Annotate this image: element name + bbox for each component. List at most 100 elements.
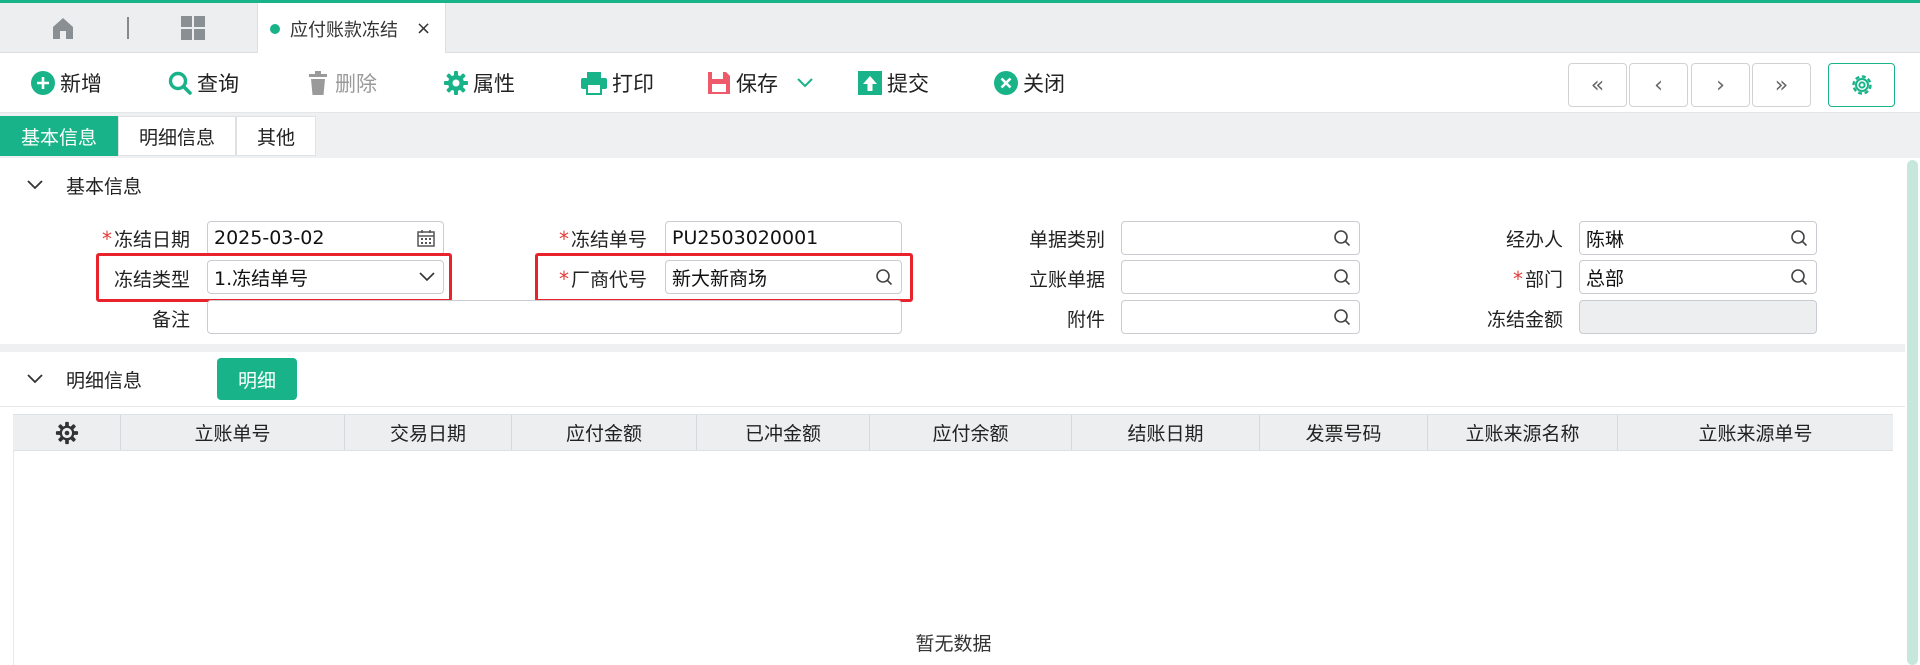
detail-header-divider bbox=[0, 406, 1905, 407]
column-header[interactable]: 结账日期 bbox=[1072, 415, 1260, 450]
column-header[interactable]: 应付余额 bbox=[870, 415, 1072, 450]
account-doc-label: 立账单据 bbox=[1028, 269, 1105, 291]
search-icon[interactable] bbox=[1333, 268, 1351, 286]
required-mark: * bbox=[101, 227, 112, 251]
required-mark: * bbox=[558, 227, 569, 251]
handler-label: 经办人 bbox=[1505, 229, 1563, 251]
department-field[interactable]: 总部 bbox=[1579, 260, 1817, 294]
detail-info-panel: 明细信息 明细 立账单号 交易日期 应付金额 已冲金额 应付余额 结账日期 发票… bbox=[0, 352, 1905, 665]
remark-field[interactable] bbox=[207, 300, 902, 334]
remark-label: 备注 bbox=[151, 309, 190, 331]
account-doc-field[interactable] bbox=[1121, 260, 1360, 294]
tab-bar: 应付账款冻结 × bbox=[0, 3, 1920, 54]
grid-settings-cell[interactable] bbox=[13, 415, 121, 450]
gear-icon bbox=[444, 71, 468, 95]
freeze-no-label-text: 冻结单号 bbox=[570, 229, 647, 251]
vendor-code-highlight bbox=[535, 253, 913, 302]
freeze-amount-label: 冻结金额 bbox=[1486, 309, 1563, 331]
properties-label: 属性 bbox=[473, 72, 515, 96]
detail-info-title: 明细信息 bbox=[66, 369, 143, 392]
plus-circle-icon bbox=[31, 71, 55, 95]
save-button[interactable]: 保存 bbox=[706, 53, 778, 113]
freeze-date-label: * 冻结日期 bbox=[90, 225, 190, 252]
submit-label: 提交 bbox=[887, 72, 929, 96]
active-dot bbox=[270, 23, 280, 34]
search-icon[interactable] bbox=[1333, 308, 1351, 326]
handler-field[interactable]: 陈琳 bbox=[1579, 221, 1817, 255]
search-icon[interactable] bbox=[1333, 229, 1351, 247]
column-header[interactable]: 应付金额 bbox=[512, 415, 697, 450]
add-button[interactable]: 新增 bbox=[30, 53, 102, 113]
basic-info-panel: 基本信息 * 冻结日期 2025-03-02 * 冻结单号 PU2503020001… bbox=[0, 158, 1905, 344]
tab-detail-info[interactable]: 明细信息 bbox=[118, 116, 237, 156]
column-header[interactable]: 立账来源名称 bbox=[1428, 415, 1618, 450]
previous-record-button[interactable]: ‹ bbox=[1629, 63, 1688, 107]
query-button[interactable]: 查询 bbox=[167, 53, 239, 113]
first-record-button[interactable]: « bbox=[1568, 63, 1627, 107]
freeze-no-label: * 冻结单号 bbox=[540, 225, 647, 252]
close-label: 关闭 bbox=[1023, 72, 1065, 96]
settings-button[interactable] bbox=[1828, 63, 1895, 107]
empty-state-text: 暂无数据 bbox=[915, 633, 992, 655]
search-icon[interactable] bbox=[1790, 268, 1808, 286]
add-label: 新增 bbox=[60, 72, 102, 96]
close-tab-icon[interactable]: × bbox=[416, 18, 431, 39]
print-label: 打印 bbox=[612, 72, 654, 96]
tab-basic-info[interactable]: 基本信息 bbox=[0, 116, 119, 156]
properties-button[interactable]: 属性 bbox=[443, 53, 515, 113]
search-icon bbox=[168, 71, 192, 95]
department-label: * 部门 bbox=[1460, 265, 1563, 292]
column-header[interactable]: 发票号码 bbox=[1260, 415, 1428, 450]
apps-grid-icon[interactable] bbox=[180, 15, 206, 41]
print-button[interactable]: 打印 bbox=[580, 53, 654, 113]
trash-icon bbox=[309, 71, 327, 95]
freeze-amount-field bbox=[1579, 300, 1817, 334]
freeze-type-highlight bbox=[96, 253, 452, 302]
freeze-date-label-text: 冻结日期 bbox=[113, 229, 190, 251]
toolbar: 新增 查询 删除 属性 打印 保存 提交 关闭 « ‹ › » bbox=[0, 53, 1920, 113]
chevron-down-icon bbox=[797, 78, 813, 88]
freeze-date-field[interactable]: 2025-03-02 bbox=[207, 221, 444, 255]
doc-category-label: 单据类别 bbox=[1028, 229, 1105, 251]
save-options-dropdown[interactable] bbox=[796, 53, 818, 113]
tab-other[interactable]: 其他 bbox=[236, 116, 317, 156]
home-icon[interactable] bbox=[50, 15, 76, 41]
delete-label: 删除 bbox=[335, 72, 377, 96]
freeze-no-field[interactable]: PU2503020001 bbox=[665, 221, 902, 255]
detail-button[interactable]: 明细 bbox=[217, 358, 297, 400]
doc-category-field[interactable] bbox=[1121, 221, 1360, 255]
search-icon[interactable] bbox=[1790, 229, 1808, 247]
delete-button[interactable]: 删除 bbox=[305, 53, 377, 113]
last-record-button[interactable]: » bbox=[1752, 63, 1811, 107]
collapse-chevron-icon[interactable] bbox=[27, 180, 43, 190]
gear-outline-icon bbox=[1851, 75, 1872, 95]
collapse-chevron-icon[interactable] bbox=[27, 374, 43, 384]
floppy-disk-icon bbox=[708, 72, 730, 94]
calendar-icon[interactable] bbox=[417, 229, 435, 247]
required-mark: * bbox=[1512, 267, 1523, 291]
attachment-label: 附件 bbox=[1066, 309, 1105, 331]
save-label: 保存 bbox=[736, 72, 778, 96]
freeze-date-value: 2025-03-02 bbox=[214, 227, 325, 249]
department-label-text: 部门 bbox=[1524, 269, 1563, 291]
attachment-field[interactable] bbox=[1121, 300, 1360, 334]
printer-icon bbox=[581, 72, 607, 95]
detail-grid: 立账单号 交易日期 应付金额 已冲金额 应付余额 结账日期 发票号码 立账来源名… bbox=[13, 414, 1893, 665]
tab-payable-freeze[interactable]: 应付账款冻结 × bbox=[257, 3, 446, 54]
scrollbar-thumb[interactable] bbox=[1907, 160, 1918, 665]
submit-button[interactable]: 提交 bbox=[857, 53, 929, 113]
query-label: 查询 bbox=[197, 72, 239, 96]
column-header[interactable]: 交易日期 bbox=[345, 415, 512, 450]
next-record-button[interactable]: › bbox=[1691, 63, 1750, 107]
tab-label: 应付账款冻结 bbox=[290, 19, 398, 41]
gear-icon[interactable] bbox=[55, 421, 79, 445]
handler-value: 陈琳 bbox=[1586, 228, 1625, 251]
close-button[interactable]: 关闭 bbox=[993, 53, 1065, 113]
column-header[interactable]: 已冲金额 bbox=[697, 415, 870, 450]
column-header[interactable]: 立账单号 bbox=[121, 415, 345, 450]
grid-header: 立账单号 交易日期 应付金额 已冲金额 应付余额 结账日期 发票号码 立账来源名… bbox=[13, 414, 1893, 451]
basic-info-title: 基本信息 bbox=[66, 175, 143, 198]
basic-info-header[interactable]: 基本信息 bbox=[0, 158, 1905, 212]
column-header[interactable]: 立账来源单号 bbox=[1618, 415, 1893, 450]
freeze-no-value: PU2503020001 bbox=[672, 227, 819, 249]
